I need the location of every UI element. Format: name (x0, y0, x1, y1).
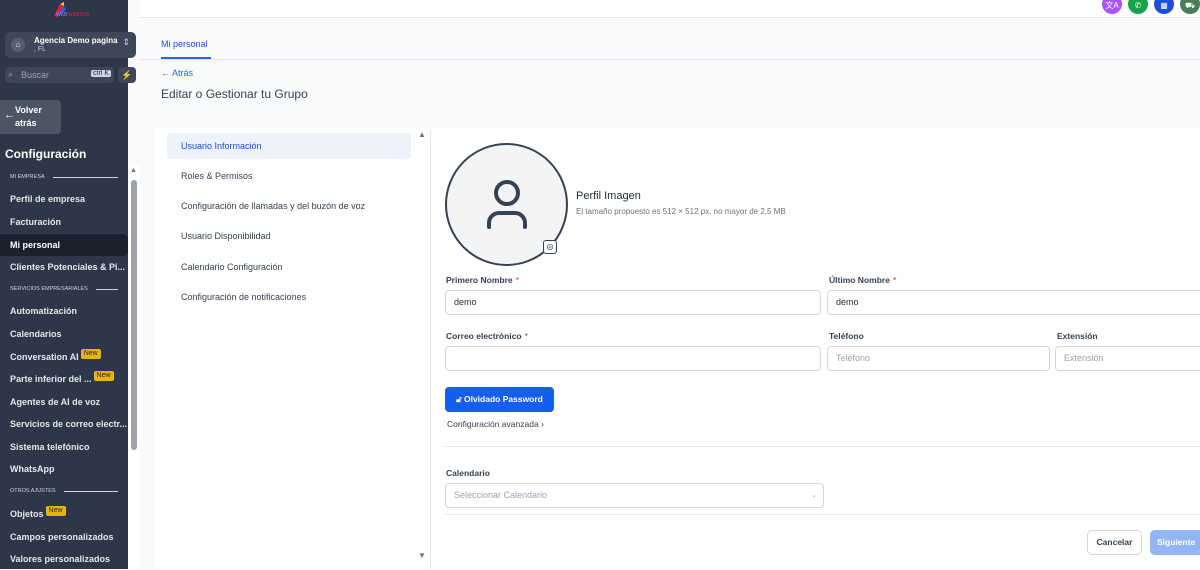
menu-roles-permisos[interactable]: Roles & Permisos (167, 163, 411, 189)
arrow-left-icon: ← (4, 109, 15, 121)
phone-label: Teléfono (829, 331, 864, 341)
extension-input[interactable]: Extensión (1055, 346, 1200, 371)
sidebar-item-telefono[interactable]: Sistema telefónico (0, 436, 128, 458)
menu-disponibilidad[interactable]: Usuario Disponibilidad (167, 223, 411, 249)
sidebar-item-correo[interactable]: Servicios de correo electr... (0, 413, 128, 435)
sidebar-item-objetos[interactable]: Objetos New (0, 503, 128, 525)
svg-text:WEB: WEB (56, 12, 68, 18)
back-label: Volver atrás (15, 105, 42, 128)
shortcut-badge: ctrl K (91, 70, 111, 77)
camera-icon[interactable]: ◎ (543, 240, 557, 254)
sidebar-item-parte-inferior[interactable]: Parte inferior del ... New (0, 368, 128, 390)
sidebar-item-mi-personal[interactable]: Mi personal (0, 234, 128, 256)
back-button[interactable]: ← Volver atrás (0, 100, 61, 134)
search-placeholder: Buscar (21, 70, 50, 80)
menu-calendario[interactable]: Calendario Configuración (167, 254, 411, 280)
sidebar-item-conversation-ai[interactable]: Conversation AI New (0, 346, 128, 368)
quick-action-button[interactable]: ⚡ (118, 67, 136, 83)
email-input[interactable] (445, 346, 821, 371)
chevron-right-icon: › (541, 419, 544, 429)
lock-icon: 🔓︎ (456, 394, 464, 404)
scroll-down-arrow[interactable]: ▼ (418, 551, 426, 560)
sidebar-item-campos[interactable]: Campos personalizados (0, 526, 128, 548)
next-button[interactable]: Siguiente (1150, 530, 1200, 555)
sidebar-heading: Configuración (5, 147, 87, 161)
translate-icon[interactable]: 文A (1102, 0, 1122, 14)
menu-notificaciones[interactable]: Configuración de notificaciones (167, 284, 411, 310)
svg-text:WEBSYS: WEBSYS (68, 12, 90, 18)
calendar-select[interactable]: Seleccionar Calendario ⌄ (445, 483, 824, 508)
back-link[interactable]: ← Atrás (161, 68, 193, 78)
location-icon: ⌂ (11, 38, 25, 52)
sidebar-item-automatizacion[interactable]: Automatización (0, 300, 128, 322)
page-title: Editar o Gestionar tu Grupo (161, 87, 308, 101)
account-switcher[interactable]: ⌂ Agencia Demo pagina , FL ⇕ (5, 32, 136, 58)
section-label: OTROS AJUSTES (10, 488, 118, 494)
phone-input[interactable]: Teléfono (827, 346, 1050, 371)
email-label: Correo electrónico * (446, 331, 528, 341)
scroll-up-arrow[interactable]: ▲ (418, 130, 426, 139)
account-name: Agencia Demo pagina (34, 36, 118, 45)
first-name-label: Primero Nombre * (446, 275, 519, 285)
extension-label: Extensión (1057, 331, 1098, 341)
profile-image-title: Perfil Imagen (576, 190, 641, 202)
new-badge: New (80, 349, 101, 359)
sidebar-item-perfil-empresa[interactable]: Perfil de empresa (0, 188, 128, 210)
chevron-updown-icon: ⇕ (122, 37, 130, 47)
logo: WEB WEBSYS (48, 2, 98, 18)
apps-icon[interactable]: ▦ (1154, 0, 1174, 14)
sidebar-item-calendarios[interactable]: Calendarios (0, 323, 128, 345)
sidebar-item-whatsapp[interactable]: WhatsApp (0, 458, 128, 480)
new-badge: New (45, 506, 66, 516)
menu-usuario-informacion[interactable]: Usuario Información (167, 133, 411, 159)
phone-icon[interactable]: ✆ (1128, 0, 1148, 14)
section-label: MI EMPRESA (10, 174, 118, 180)
cancel-button[interactable]: Cancelar (1087, 530, 1142, 555)
sidebar-scrollbar[interactable]: ▲ (128, 165, 140, 569)
last-name-input[interactable]: demo (827, 290, 1200, 315)
tab-mi-personal[interactable]: Mi personal (161, 39, 211, 59)
sidebar: WEB WEBSYS ⌂ Agencia Demo pagina , FL ⇕ ⌕… (0, 0, 136, 570)
search-icon: ⌕ (8, 69, 14, 79)
sidebar-item-facturacion[interactable]: Facturación (0, 211, 128, 233)
sidebar-item-clientes[interactable]: Clientes Potenciales & Pi... (0, 256, 128, 278)
menu-llamadas-buzon[interactable]: Configuración de llamadas y del buzón de… (167, 193, 411, 219)
new-badge: New (93, 371, 114, 381)
account-location: , FL (34, 46, 47, 53)
cart-icon[interactable]: ⛟ (1180, 0, 1200, 14)
first-name-input[interactable]: demo (445, 290, 821, 315)
profile-image-hint: El tamaño propuesto es 512 × 512 px, no … (576, 207, 786, 216)
section-label: SERVICIOS EMPRESARIALES (10, 286, 118, 292)
search-input[interactable]: ⌕ Buscar ctrl K (5, 67, 114, 83)
sidebar-item-agentes-voz[interactable]: Agentes de AI de voz (0, 391, 128, 413)
sidebar-item-valores[interactable]: Valores personalizados (0, 548, 128, 570)
chevron-down-icon: ⌄ (811, 492, 817, 499)
top-bar: 文A ✆ ▦ ⛟ (140, 0, 1200, 18)
calendar-label: Calendario (446, 468, 490, 478)
last-name-label: Último Nombre * (829, 275, 897, 285)
forgot-password-button[interactable]: 🔓︎ Olvidado Password (445, 387, 554, 412)
advanced-settings-toggle[interactable]: Configuración avanzada › (447, 419, 544, 429)
